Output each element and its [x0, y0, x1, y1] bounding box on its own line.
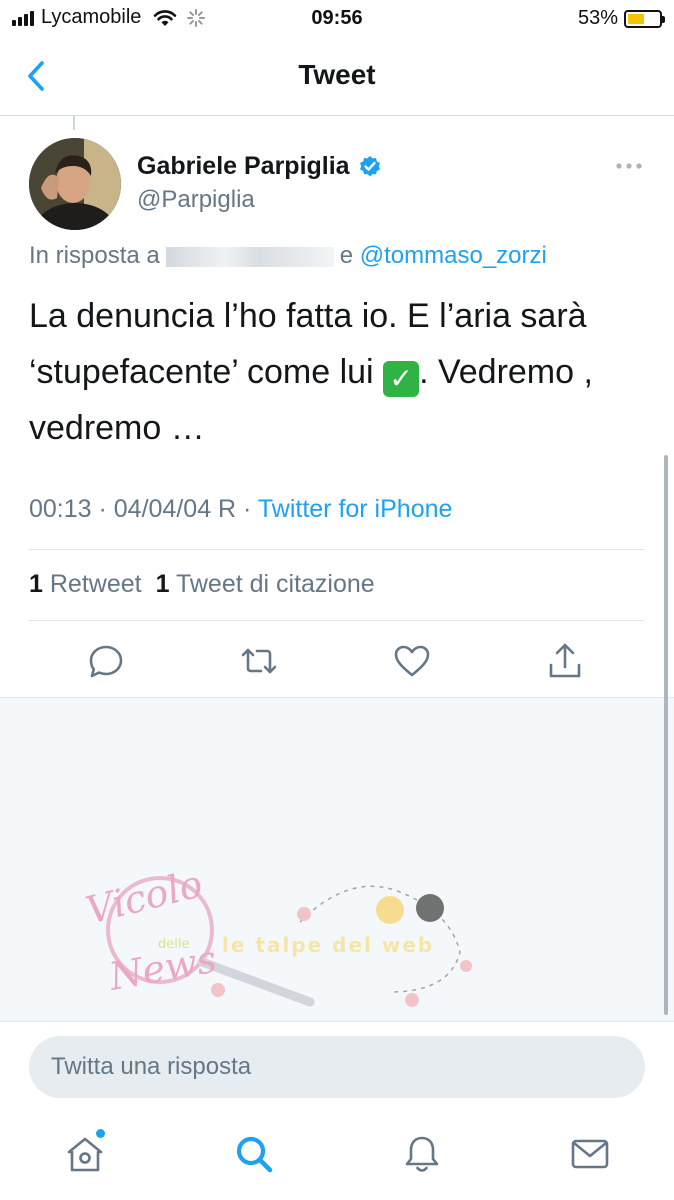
- quote-count: 1: [155, 570, 170, 598]
- reply-composer-input[interactable]: Twitta una risposta: [29, 1036, 645, 1098]
- reply-conjunction: e: [339, 242, 354, 269]
- avatar-photo: [29, 138, 121, 230]
- tweet-timestamp: 00:13 · 04/04/04 R ·: [29, 495, 252, 523]
- svg-text:le talpe del web: le talpe del web: [222, 933, 434, 957]
- status-right: 53%: [577, 7, 665, 30]
- quote-stat[interactable]: 1 Tweet di citazione: [156, 570, 375, 598]
- retweet-icon[interactable]: [239, 641, 279, 681]
- svg-text:Vicolo: Vicolo: [82, 862, 207, 933]
- battery-icon: [624, 9, 665, 28]
- retweet-label: Retweet: [49, 570, 142, 598]
- reply-composer-placeholder: Twitta una risposta: [51, 1053, 252, 1080]
- battery-level: [628, 13, 644, 24]
- avatar[interactable]: [29, 138, 121, 230]
- notifications-icon[interactable]: [400, 1132, 444, 1176]
- thread-connector: [73, 116, 75, 130]
- tweet-meta: 00:13 · 04/04/04 R · Twitter for iPhone: [29, 495, 452, 524]
- author-name-text: Gabriele Parpiglia: [137, 152, 350, 180]
- battery-percent: 53%: [577, 7, 618, 29]
- reply-context: In risposta a e @tommaso_zorzi: [29, 242, 547, 270]
- tweet-stats: 1 Retweet 1 Tweet di citazione: [29, 570, 375, 599]
- reply-mention-link[interactable]: @tommaso_zorzi: [360, 242, 547, 269]
- home-new-content-dot: [96, 1129, 105, 1138]
- home-icon[interactable]: [63, 1132, 107, 1176]
- search-icon[interactable]: [232, 1132, 276, 1176]
- redacted-mention: [165, 246, 334, 267]
- watermark-logo: Vicolo delle News le talpe del web: [82, 862, 472, 1007]
- verified-badge-icon: [359, 155, 380, 176]
- reply-icon[interactable]: [86, 641, 126, 681]
- status-time: 09:56: [311, 7, 363, 29]
- tweet-text: La denuncia l’ho fatta io. E l’aria sarà…: [29, 288, 649, 456]
- svg-text:News: News: [105, 937, 220, 999]
- divider: [29, 620, 645, 621]
- like-icon[interactable]: [392, 641, 432, 681]
- retweet-stat[interactable]: 1 Retweet: [29, 570, 142, 598]
- scrollbar[interactable]: [664, 455, 668, 1015]
- status-bar: Lycamobile 09:56 53%: [0, 0, 674, 40]
- nav-bar: Tweet: [0, 40, 674, 116]
- messages-icon[interactable]: [568, 1132, 612, 1176]
- tweet-actions: [0, 636, 674, 686]
- check-mark-emoji-icon: ✓: [383, 361, 420, 397]
- reply-prefix: In risposta a: [29, 242, 160, 269]
- share-icon[interactable]: [545, 641, 585, 681]
- divider: [29, 549, 645, 550]
- tweet-source-link[interactable]: Twitter for iPhone: [258, 495, 453, 523]
- author-name[interactable]: Gabriele Parpiglia: [137, 152, 382, 181]
- page-title: Tweet: [298, 59, 376, 90]
- retweet-count: 1: [29, 570, 43, 598]
- tab-bar: [0, 1110, 674, 1200]
- quote-label: Tweet di citazione: [175, 570, 375, 598]
- author-handle[interactable]: @Parpiglia: [137, 186, 255, 214]
- more-options-icon[interactable]: [612, 152, 646, 180]
